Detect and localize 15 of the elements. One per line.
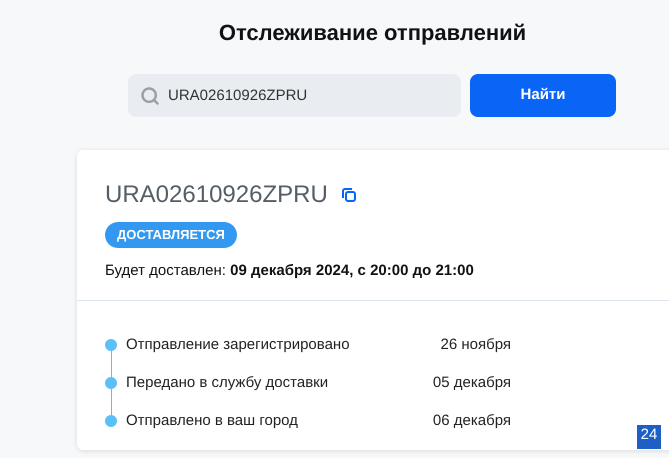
event-date: 06 декабря xyxy=(432,410,511,431)
status-badge: ДОСТАВЛЯЕТСЯ xyxy=(105,222,237,248)
delivery-time: Будет доставлен: 09 декабря 2024, с 20:00 до 21:00 xyxy=(105,260,475,280)
copy-icon[interactable] xyxy=(342,188,356,202)
event-date: 05 декабря xyxy=(432,372,511,393)
search-field[interactable]: URA02610926ZPRU xyxy=(128,74,461,117)
page-title: Отслеживание отправлений xyxy=(218,19,526,47)
event-label: Отправлено в ваш город xyxy=(126,410,298,431)
search-icon xyxy=(140,86,160,106)
tracking-number: URA02610926ZPRU xyxy=(105,180,328,210)
event-label: Отправление зарегистрировано xyxy=(126,334,350,355)
widget-badge[interactable]: 24 xyxy=(637,425,661,449)
event-label: Передано в службу доставки xyxy=(126,372,328,393)
search-button[interactable]: Найти xyxy=(470,74,616,117)
event-date: 26 ноября xyxy=(440,334,511,355)
